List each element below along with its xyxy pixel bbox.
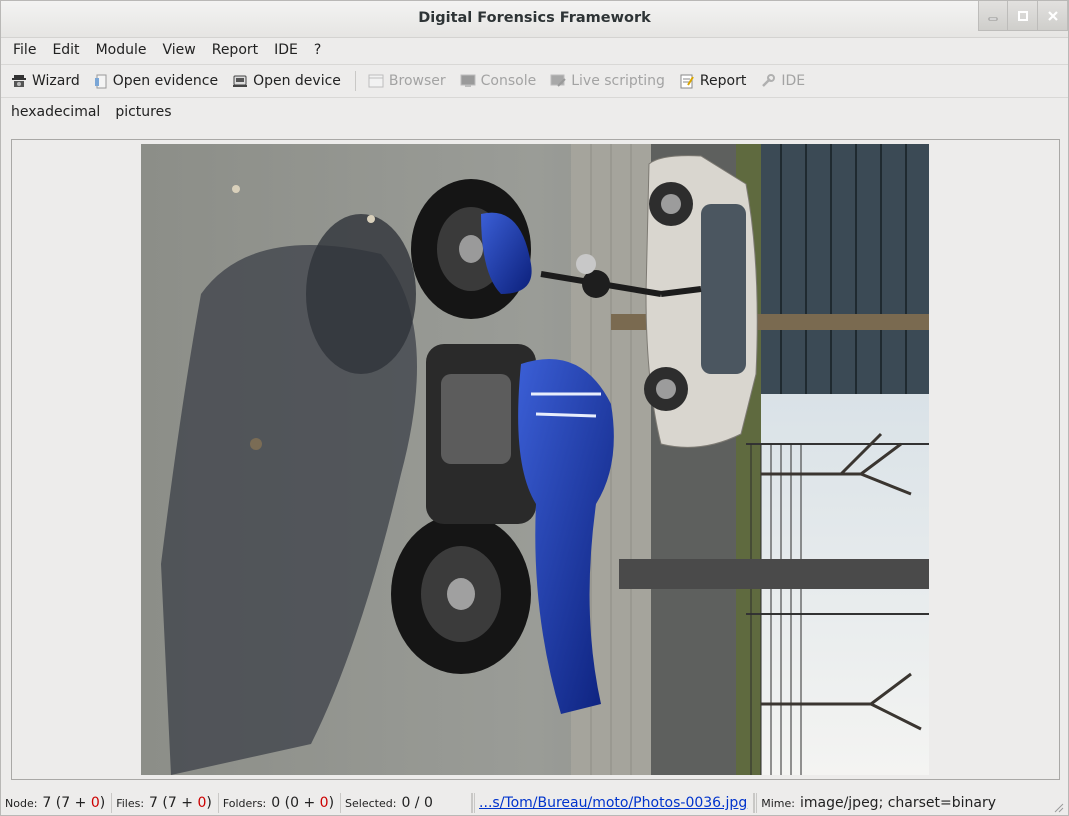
status-selected: Selected: 0 / 0: [341, 793, 473, 813]
menu-ide[interactable]: IDE: [266, 42, 306, 58]
report-label: Report: [699, 73, 747, 89]
menu-help[interactable]: ?: [306, 42, 329, 58]
ide-label: IDE: [781, 73, 806, 89]
files-total: 7: [149, 795, 158, 811]
tab-pictures[interactable]: pictures: [115, 104, 171, 120]
console-label: Console: [480, 73, 537, 89]
folders-open: (0 +: [284, 795, 316, 811]
menu-edit[interactable]: Edit: [44, 42, 87, 58]
live-scripting-button[interactable]: Live scripting: [550, 73, 665, 89]
folders-close: ): [328, 795, 335, 811]
selected-key: Selected:: [345, 796, 397, 810]
node-total: 7: [42, 795, 52, 811]
status-path: ...s/Tom/Bureau/moto/Photos-0036.jpg: [472, 793, 755, 813]
live-scripting-label: Live scripting: [571, 73, 665, 89]
files-close: ): [206, 795, 212, 811]
folders-deleted: 0: [319, 795, 329, 811]
wizard-button[interactable]: Wizard: [11, 73, 80, 89]
report-button[interactable]: Report: [679, 73, 746, 89]
open-device-label: Open device: [253, 73, 341, 89]
title-bar[interactable]: Digital Forensics Framework: [1, 1, 1068, 38]
status-node: Node: 7 (7 + 0 ): [1, 793, 113, 813]
status-bar: Node: 7 (7 + 0 ) Files: 7 (7 + 0 ) Folde…: [1, 791, 1068, 815]
minimize-button[interactable]: [978, 1, 1008, 31]
window-title: Digital Forensics Framework: [418, 10, 651, 26]
file-path-link[interactable]: ...s/Tom/Bureau/moto/Photos-0036.jpg: [479, 795, 747, 811]
main-toolbar: Wizard Open evidence Open device Browser: [1, 64, 1068, 98]
toolbar-separator: [354, 71, 356, 91]
browser-button[interactable]: Browser: [368, 73, 446, 89]
open-evidence-icon: [94, 74, 107, 89]
motorcycle-photo: [141, 144, 929, 775]
mime-value: image/jpeg; charset=binary: [799, 795, 997, 811]
node-close: ): [99, 795, 106, 811]
wizard-icon: [12, 75, 26, 87]
menu-report[interactable]: Report: [204, 42, 266, 58]
node-key: Node:: [5, 796, 38, 810]
folders-key: Folders:: [222, 796, 267, 810]
node-open: (7 +: [55, 795, 87, 811]
status-files: Files: 7 (7 + 0 ): [112, 793, 219, 813]
resize-grip-icon[interactable]: [1054, 803, 1064, 813]
console-icon: [460, 74, 476, 87]
app-window: Digital Forensics Framework File Edit Mo…: [0, 0, 1069, 816]
maximize-icon: [1017, 10, 1028, 21]
selected-value: 0 / 0: [401, 795, 433, 811]
ide-button[interactable]: IDE: [760, 73, 805, 89]
status-mime: Mime: image/jpeg; charset=binary: [754, 793, 1002, 813]
viewer-tabs: hexadecimal pictures: [11, 104, 187, 120]
browser-label: Browser: [388, 73, 446, 89]
menu-view[interactable]: View: [154, 42, 203, 58]
tab-hexadecimal[interactable]: hexadecimal: [11, 104, 100, 120]
picture-viewer: [11, 139, 1060, 780]
console-button[interactable]: Console: [460, 73, 537, 89]
wizard-label: Wizard: [32, 73, 80, 89]
window-controls: [978, 1, 1068, 31]
open-evidence-label: Open evidence: [112, 73, 219, 89]
live-scripting-icon: [550, 74, 566, 87]
files-deleted: 0: [197, 795, 207, 811]
mime-key: Mime:: [761, 796, 795, 810]
close-button[interactable]: [1038, 1, 1068, 31]
menu-module[interactable]: Module: [88, 42, 155, 58]
open-evidence-button[interactable]: Open evidence: [94, 73, 218, 89]
maximize-button[interactable]: [1008, 1, 1038, 31]
report-icon: [680, 74, 694, 89]
files-key: Files:: [116, 796, 145, 810]
minimize-icon: [988, 17, 998, 20]
menu-bar: File Edit Module View Report IDE ?: [1, 37, 1068, 63]
node-deleted: 0: [90, 795, 100, 811]
open-device-button[interactable]: Open device: [232, 73, 341, 89]
folders-total: 0: [271, 795, 281, 811]
open-device-icon: [233, 75, 248, 87]
close-icon: [1047, 10, 1058, 21]
menu-file[interactable]: File: [5, 42, 44, 58]
browser-icon: [368, 74, 384, 88]
ide-icon: [762, 74, 776, 87]
status-folders: Folders: 0 (0 + 0 ): [219, 793, 342, 813]
files-open: (7 +: [162, 795, 193, 811]
